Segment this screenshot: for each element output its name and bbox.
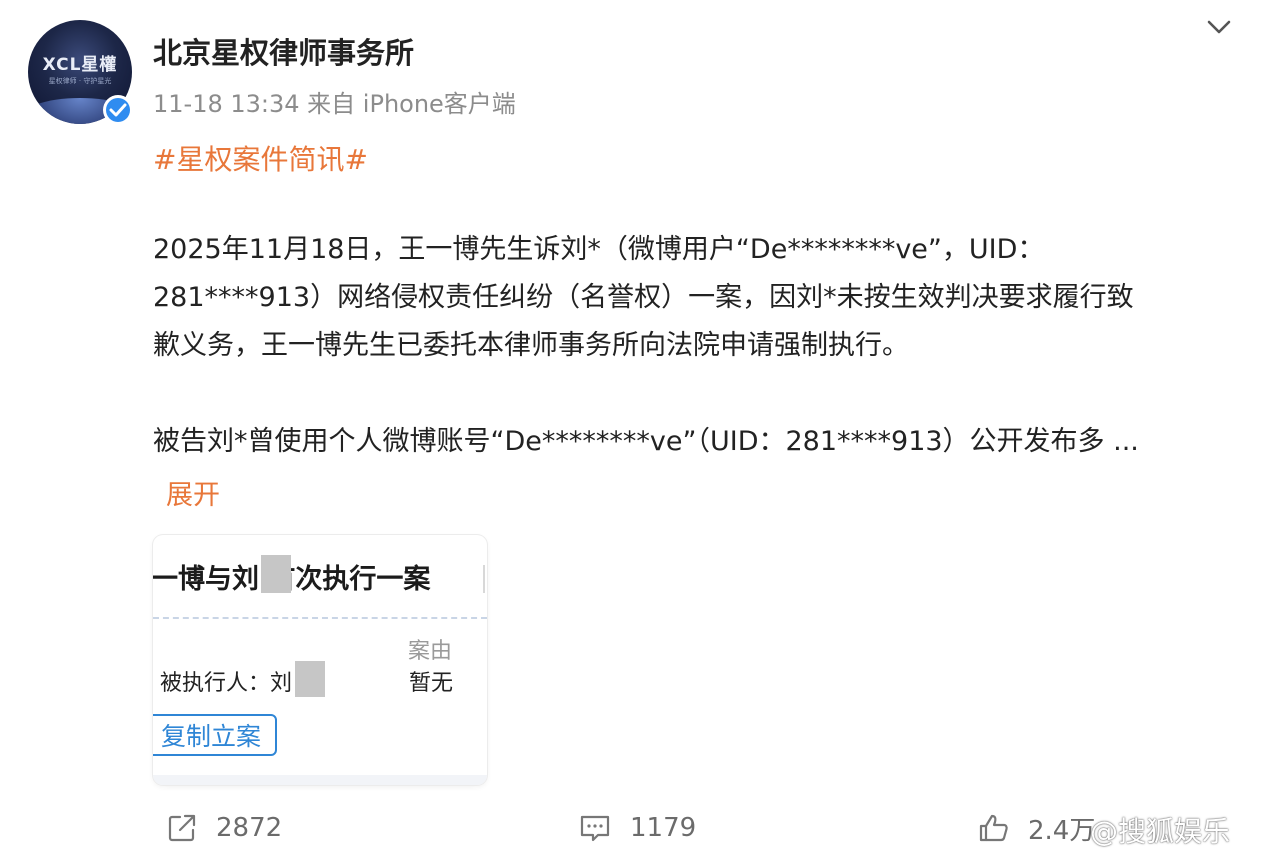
case-reason-label: 案由 — [408, 639, 453, 664]
repost-button[interactable]: 2872 — [166, 808, 282, 848]
case-reason-value: 暂无 — [409, 671, 454, 696]
executed-person-label: 被执行人：刘 — [160, 671, 293, 696]
redaction-block — [295, 661, 325, 697]
post-meta: 11-18 13:34 来自 iPhone客户端 — [153, 84, 516, 119]
repost-count: 2872 — [216, 813, 283, 843]
copy-case-button: 复制立案 — [153, 714, 277, 756]
comment-icon — [580, 815, 610, 842]
post-text-line-3: 歉义务，王一博先生已委托本律师事务所向法院申请强制执行。 — [153, 330, 909, 361]
comment-count: 1179 — [630, 813, 697, 843]
watermark: @搜狐娱乐 — [1090, 815, 1231, 848]
hashtag-link[interactable]: #星权案件简讯# — [153, 138, 368, 178]
avatar-sub-text: 星权律师 · 守护星光 — [48, 77, 112, 85]
post-text-line-2: 281****913）网络侵权责任纠纷（名誉权）一案，因刘*未按生效判决要求履行… — [153, 282, 1134, 313]
chevron-down-icon[interactable] — [1205, 16, 1233, 40]
card-divider — [483, 565, 485, 593]
redaction-block — [261, 555, 291, 593]
post-source: 来自 iPhone客户端 — [307, 90, 516, 118]
expand-link[interactable]: 展开 — [166, 473, 220, 512]
avatar-logo-text: XCL星權 — [42, 55, 118, 75]
share-icon — [168, 814, 196, 842]
author-name[interactable]: 北京星权律师事务所 — [153, 30, 414, 72]
card-bottom-strip — [153, 775, 487, 785]
comment-button[interactable]: 1179 — [578, 808, 696, 848]
like-button[interactable]: 2.4万 — [978, 808, 1095, 848]
post-text-line-1: 2025年11月18日，王一博先生诉刘*（微博用户“De********ve”，… — [153, 234, 1045, 265]
post-time: 11-18 13:34 — [153, 90, 300, 118]
post-text-line-4: 被告刘*曾使用个人微博账号“De********ve”（UID：281****9… — [153, 426, 1139, 457]
thumbs-up-icon — [979, 814, 1008, 842]
card-title: 一博与刘 首次执行一案 — [153, 564, 431, 595]
like-count: 2.4万 — [1028, 815, 1096, 846]
verified-badge-icon — [103, 95, 133, 125]
attached-image[interactable]: 一博与刘 首次执行一案 案由 被执行人：刘 暂无 复制立案 — [153, 535, 487, 785]
dashed-divider — [153, 617, 487, 619]
